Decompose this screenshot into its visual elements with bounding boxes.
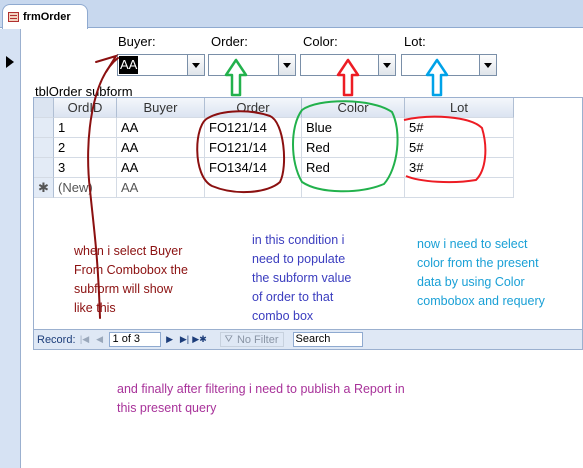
cell-order[interactable] — [205, 178, 302, 198]
cell-ordid[interactable]: 3 — [54, 158, 117, 178]
record-label: Record: — [37, 333, 76, 346]
search-input[interactable]: Search — [292, 332, 363, 347]
cell-lot[interactable] — [405, 178, 514, 198]
table-row[interactable]: 2 AA FO121/14 Red 5# — [34, 138, 514, 158]
select-all-cell[interactable] — [34, 98, 54, 118]
buyer-annotation-text: when i select Buyer From Combobox the su… — [74, 244, 188, 315]
cell-buyer[interactable]: AA — [117, 158, 205, 178]
cell-buyer[interactable]: AA — [117, 178, 205, 198]
cell-color[interactable]: Red — [302, 158, 405, 178]
order-combobox[interactable] — [208, 54, 296, 76]
column-header-lot[interactable]: Lot — [405, 98, 514, 118]
first-record-icon[interactable]: |◀ — [79, 333, 91, 347]
column-header-order[interactable]: Order — [205, 98, 302, 118]
cell-ordid[interactable]: 2 — [54, 138, 117, 158]
buyer-dropdown-icon[interactable] — [187, 55, 204, 75]
row-selector[interactable] — [34, 118, 54, 138]
row-selector[interactable] — [34, 158, 54, 178]
cell-lot[interactable]: 5# — [405, 118, 514, 138]
cell-color[interactable]: Blue — [302, 118, 405, 138]
cell-lot[interactable]: 5# — [405, 138, 514, 158]
cell-buyer[interactable]: AA — [117, 118, 205, 138]
column-header-color[interactable]: Color — [302, 98, 405, 118]
lot-dropdown-icon[interactable] — [479, 55, 496, 75]
lot-combobox[interactable] — [401, 54, 497, 76]
table-row[interactable]: 1 AA FO121/14 Blue 5# — [34, 118, 514, 138]
cell-color[interactable]: Red — [302, 138, 405, 158]
table-row[interactable]: 3 AA FO134/14 Red 3# — [34, 158, 514, 178]
column-header-ordid[interactable]: OrdID — [54, 98, 117, 118]
lot-label: Lot: — [404, 34, 426, 49]
cell-color[interactable] — [302, 178, 405, 198]
cell-order[interactable]: FO121/14 — [205, 138, 302, 158]
filter-icon: ⛛ — [224, 334, 233, 345]
new-record-nav-icon[interactable]: ▶✱ — [192, 333, 206, 347]
no-filter-label: No Filter — [236, 333, 279, 346]
buyer-combobox[interactable]: AA — [117, 54, 205, 76]
record-position-input[interactable]: 1 of 3 — [108, 332, 161, 347]
document-tab-frmorder[interactable]: frmOrder — [2, 4, 88, 29]
cell-order[interactable]: FO134/14 — [205, 158, 302, 178]
next-record-icon[interactable]: ▶ — [164, 333, 176, 347]
color-dropdown-icon[interactable] — [378, 55, 395, 75]
form-icon — [8, 12, 19, 22]
cell-ordid[interactable]: (New) — [54, 178, 117, 198]
form-record-selector[interactable] — [0, 29, 21, 468]
no-filter-button[interactable]: ⛛ No Filter — [219, 332, 284, 347]
buyer-combobox-value[interactable]: AA — [119, 56, 139, 74]
row-selector[interactable] — [34, 138, 54, 158]
current-record-arrow-icon — [6, 56, 14, 68]
column-header-buyer[interactable]: Buyer — [117, 98, 205, 118]
datasheet-header-row: OrdID Buyer Order Color Lot — [34, 98, 514, 118]
order-label: Order: — [211, 34, 248, 49]
last-record-icon[interactable]: ▶| — [179, 333, 191, 347]
cell-order[interactable]: FO121/14 — [205, 118, 302, 138]
color-label: Color: — [303, 34, 338, 49]
order-dropdown-icon[interactable] — [278, 55, 295, 75]
cell-lot[interactable]: 3# — [405, 158, 514, 178]
document-tab-title: frmOrder — [23, 11, 71, 23]
report-annotation-text: and finally after filtering i need to pu… — [117, 382, 405, 415]
cell-ordid[interactable]: 1 — [54, 118, 117, 138]
order-annotation-text: in this condition i need to populate the… — [252, 233, 352, 323]
color-annotation-text: now i need to select color from the pres… — [417, 237, 545, 308]
new-record-row[interactable]: ✱ (New) AA — [34, 178, 514, 198]
previous-record-icon[interactable]: ◀ — [94, 333, 106, 347]
cell-buyer[interactable]: AA — [117, 138, 205, 158]
buyer-label: Buyer: — [118, 34, 156, 49]
record-navigation-bar: Record: |◀ ◀ 1 of 3 ▶ ▶| ▶✱ ⛛ No Filter … — [34, 329, 582, 349]
document-tab-bar: frmOrder — [0, 0, 583, 29]
color-combobox[interactable] — [300, 54, 396, 76]
new-record-icon[interactable]: ✱ — [34, 178, 54, 198]
